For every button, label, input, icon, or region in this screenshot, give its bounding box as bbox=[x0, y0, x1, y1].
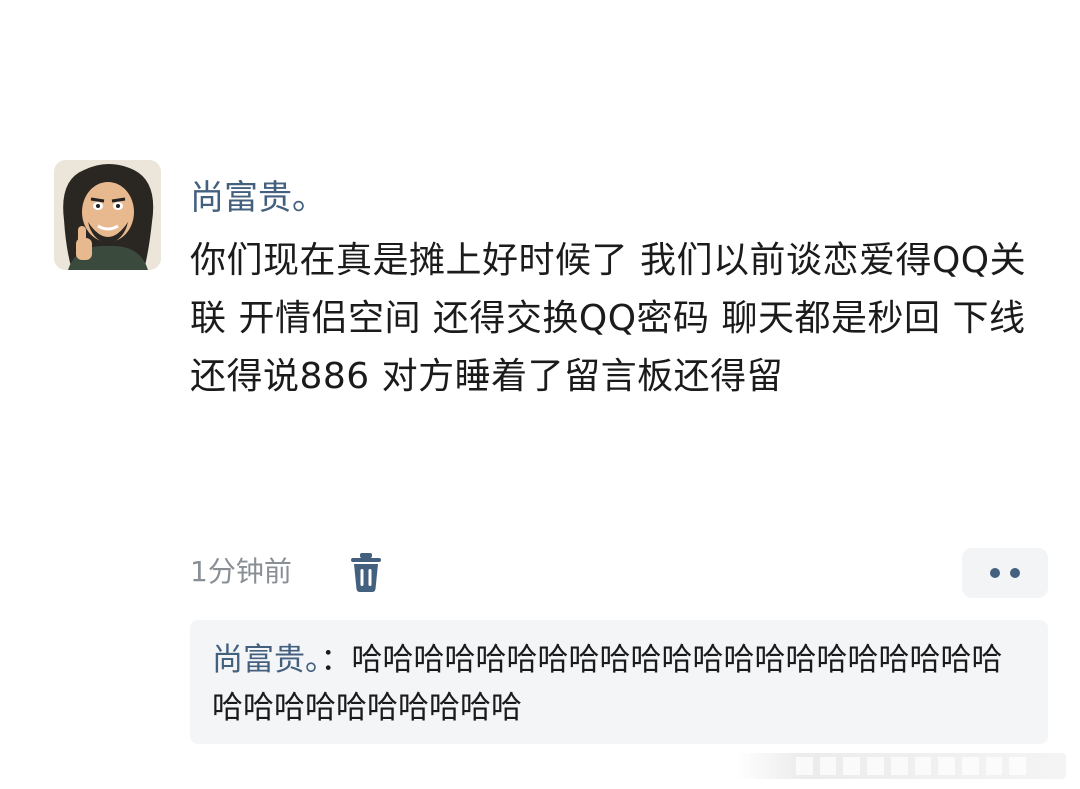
trash-icon bbox=[351, 553, 381, 592]
avatar[interactable] bbox=[54, 160, 161, 270]
watermark bbox=[736, 753, 1066, 779]
reply-text: 尚富贵。：哈哈哈哈哈哈哈哈哈哈哈哈哈哈哈哈哈哈哈哈哈哈哈哈哈哈哈哈哈哈哈 bbox=[212, 636, 1032, 732]
reply-separator: ： bbox=[320, 642, 352, 678]
avatar-image bbox=[54, 160, 161, 270]
more-dots-icon bbox=[990, 568, 1000, 578]
more-options-button[interactable] bbox=[962, 548, 1048, 598]
reply-username[interactable]: 尚富贵。 bbox=[212, 642, 321, 678]
comment-timestamp: 1分钟前 bbox=[190, 555, 292, 588]
comment-username[interactable]: 尚富贵。 bbox=[190, 176, 326, 220]
comment-content: 你们现在真是摊上好时候了 我们以前谈恋爱得QQ关联 开情侣空间 还得交换QQ密码… bbox=[190, 240, 1027, 397]
reply-box: 尚富贵。：哈哈哈哈哈哈哈哈哈哈哈哈哈哈哈哈哈哈哈哈哈哈哈哈哈哈哈哈哈哈哈 bbox=[190, 620, 1048, 744]
delete-button[interactable] bbox=[347, 551, 385, 593]
more-dots-icon bbox=[1010, 568, 1020, 578]
